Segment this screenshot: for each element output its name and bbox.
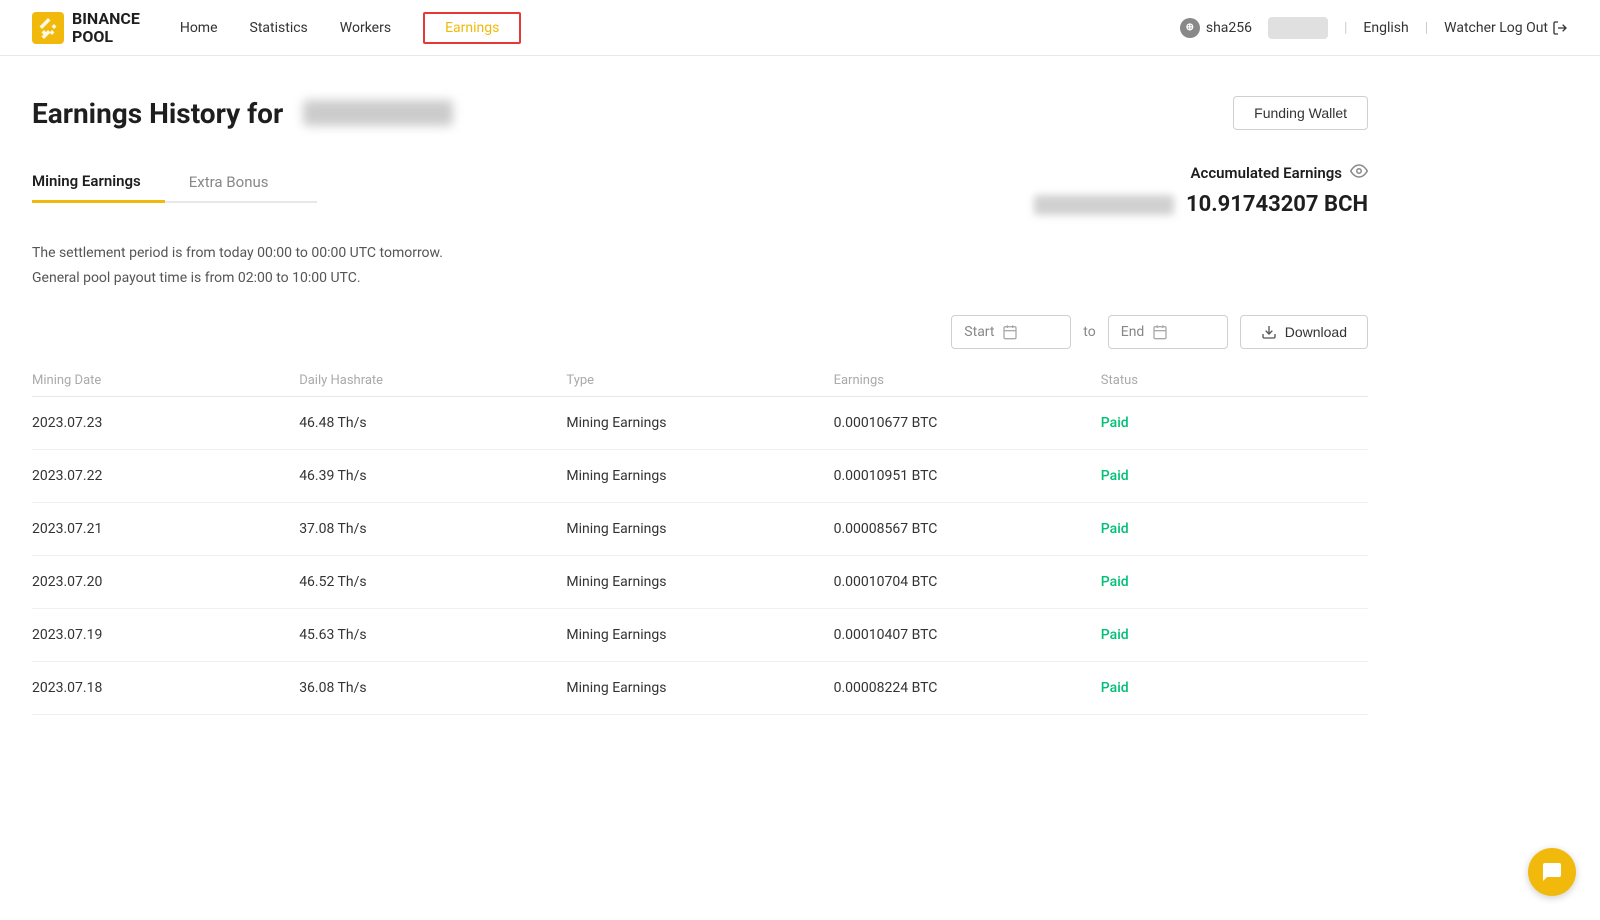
funding-wallet-button[interactable]: Funding Wallet	[1233, 96, 1368, 130]
table-header: Mining Date Daily Hashrate Type Earnings…	[32, 365, 1368, 397]
earnings-table: Mining Date Daily Hashrate Type Earnings…	[32, 365, 1368, 715]
cell-date: 2023.07.22	[32, 468, 299, 484]
cell-date: 2023.07.18	[32, 680, 299, 696]
header: BINANCE POOL Home Statistics Workers Ear…	[0, 0, 1600, 56]
cell-status: Paid	[1101, 680, 1368, 696]
cell-earnings: 0.00010677 BTC	[834, 415, 1101, 431]
cell-hashrate: 46.39 Th/s	[299, 468, 566, 484]
cell-date: 2023.07.23	[32, 415, 299, 431]
cell-type: Mining Earnings	[566, 468, 833, 484]
cell-type: Mining Earnings	[566, 680, 833, 696]
col-type: Type	[566, 373, 833, 388]
end-date-input[interactable]: End	[1108, 315, 1228, 349]
table-body: 2023.07.23 46.48 Th/s Mining Earnings 0.…	[32, 397, 1368, 715]
chat-button[interactable]	[1528, 848, 1576, 896]
accumulated-value: 10.91743207 BCH	[1186, 192, 1368, 217]
algo-icon: ⊕	[1180, 18, 1200, 38]
cell-earnings: 0.00010407 BTC	[834, 627, 1101, 643]
cell-earnings: 0.00010704 BTC	[834, 574, 1101, 590]
cell-status: Paid	[1101, 468, 1368, 484]
col-mining-date: Mining Date	[32, 373, 299, 388]
main-nav: Home Statistics Workers Earnings	[180, 12, 1180, 44]
binance-logo-icon	[32, 12, 64, 44]
page-title: Earnings History for	[32, 97, 453, 130]
logo-text: BINANCE POOL	[72, 10, 140, 45]
table-row: 2023.07.23 46.48 Th/s Mining Earnings 0.…	[32, 397, 1368, 450]
toggle-visibility-icon[interactable]	[1350, 162, 1368, 184]
calendar-icon-start	[1002, 324, 1018, 340]
accumulated-label-text: Accumulated Earnings	[1191, 164, 1342, 182]
settlement-info: The settlement period is from today 00:0…	[32, 241, 1368, 266]
col-daily-hashrate: Daily Hashrate	[299, 373, 566, 388]
download-button[interactable]: Download	[1240, 315, 1368, 349]
accumulated-earnings: Accumulated Earnings 10.91743207 BCH	[1034, 162, 1368, 217]
cell-type: Mining Earnings	[566, 627, 833, 643]
main-content: Earnings History for Funding Wallet Mini…	[0, 56, 1400, 755]
calendar-icon-end	[1152, 324, 1168, 340]
cell-status: Paid	[1101, 415, 1368, 431]
tab-extra-bonus[interactable]: Extra Bonus	[189, 163, 293, 203]
cell-date: 2023.07.20	[32, 574, 299, 590]
nav-earnings[interactable]: Earnings	[423, 12, 521, 44]
info-section: The settlement period is from today 00:0…	[32, 241, 1368, 291]
cell-earnings: 0.00008567 BTC	[834, 521, 1101, 537]
table-row: 2023.07.21 37.08 Th/s Mining Earnings 0.…	[32, 503, 1368, 556]
filter-row: Start to End Download	[32, 315, 1368, 349]
algo-badge: ⊕ sha256	[1180, 18, 1252, 38]
logout-icon	[1552, 20, 1568, 36]
cell-status: Paid	[1101, 521, 1368, 537]
table-row: 2023.07.19 45.63 Th/s Mining Earnings 0.…	[32, 609, 1368, 662]
algo-label: sha256	[1206, 20, 1252, 36]
table-row: 2023.07.20 46.52 Th/s Mining Earnings 0.…	[32, 556, 1368, 609]
table-row: 2023.07.18 36.08 Th/s Mining Earnings 0.…	[32, 662, 1368, 715]
cell-hashrate: 36.08 Th/s	[299, 680, 566, 696]
cell-type: Mining Earnings	[566, 415, 833, 431]
divider2: |	[1425, 20, 1428, 36]
logout-button[interactable]: Watcher Log Out	[1444, 20, 1568, 36]
cell-hashrate: 46.52 Th/s	[299, 574, 566, 590]
cell-hashrate: 46.48 Th/s	[299, 415, 566, 431]
cell-date: 2023.07.21	[32, 521, 299, 537]
col-status: Status	[1101, 373, 1368, 388]
language-button[interactable]: English	[1363, 20, 1408, 36]
cell-date: 2023.07.19	[32, 627, 299, 643]
date-separator: to	[1083, 324, 1095, 340]
nav-workers[interactable]: Workers	[340, 16, 391, 40]
cell-earnings: 0.00008224 BTC	[834, 680, 1101, 696]
download-icon	[1261, 324, 1277, 340]
tabs-section: Mining Earnings Extra Bonus Accumulated …	[32, 162, 1368, 217]
nav-home[interactable]: Home	[180, 16, 218, 40]
lang-divider: |	[1344, 20, 1347, 36]
cell-status: Paid	[1101, 574, 1368, 590]
logo[interactable]: BINANCE POOL	[32, 10, 140, 45]
tabs: Mining Earnings Extra Bonus	[32, 162, 317, 203]
tab-mining-earnings[interactable]: Mining Earnings	[32, 162, 165, 203]
chat-icon	[1540, 860, 1564, 884]
start-date-input[interactable]: Start	[951, 315, 1071, 349]
user-avatar	[1268, 17, 1328, 39]
nav-statistics[interactable]: Statistics	[250, 16, 308, 40]
cell-hashrate: 37.08 Th/s	[299, 521, 566, 537]
accumulated-blur	[1034, 195, 1174, 215]
page-header: Earnings History for Funding Wallet	[32, 96, 1368, 130]
header-right: ⊕ sha256 | English | Watcher Log Out	[1180, 17, 1568, 39]
table-row: 2023.07.22 46.39 Th/s Mining Earnings 0.…	[32, 450, 1368, 503]
cell-status: Paid	[1101, 627, 1368, 643]
col-earnings: Earnings	[834, 373, 1101, 388]
username-blurred	[303, 100, 453, 126]
cell-type: Mining Earnings	[566, 574, 833, 590]
payout-info: General pool payout time is from 02:00 t…	[32, 266, 1368, 291]
cell-type: Mining Earnings	[566, 521, 833, 537]
cell-hashrate: 45.63 Th/s	[299, 627, 566, 643]
cell-earnings: 0.00010951 BTC	[834, 468, 1101, 484]
